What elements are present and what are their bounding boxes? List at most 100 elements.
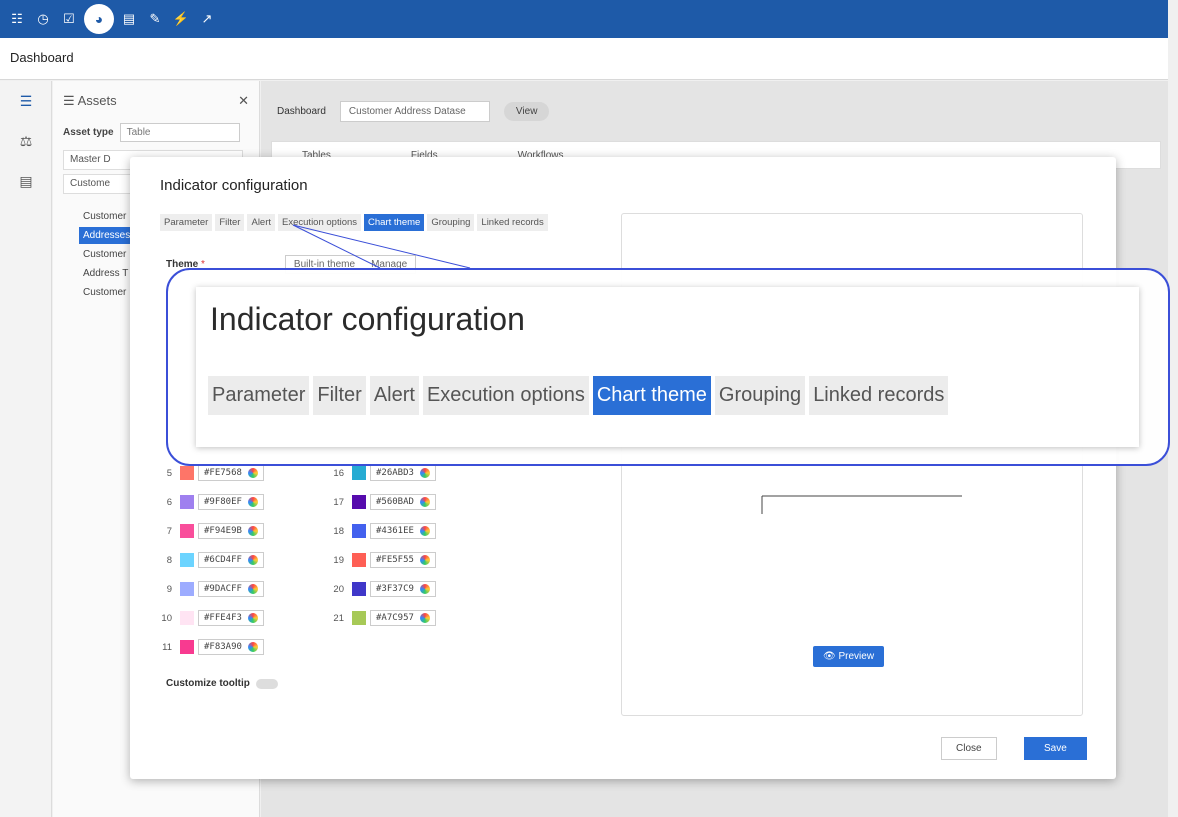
close-button[interactable]: Close <box>941 737 997 760</box>
color-swatch-row: 19 #FE5F55 <box>330 552 436 568</box>
color-wheel-icon[interactable] <box>247 584 258 594</box>
color-preview[interactable] <box>180 524 194 538</box>
modal-tabs: Parameter Filter Alert Execution options… <box>160 214 548 231</box>
zoom-tab-filter[interactable]: Filter <box>313 376 366 415</box>
zoom-callout-content: Indicator configuration Parameter Filter… <box>196 287 1139 447</box>
color-hex-value: #26ABD3 <box>376 468 414 478</box>
assets-title: Assets <box>77 93 117 108</box>
balance-icon[interactable]: ⚖ <box>0 121 52 161</box>
color-preview[interactable] <box>180 466 194 480</box>
checklist-icon[interactable]: ☑ <box>58 8 80 30</box>
color-hex-field[interactable]: #6CD4FF <box>198 552 264 568</box>
color-preview[interactable] <box>352 611 366 625</box>
dataset-select[interactable]: Customer Address Datase <box>339 101 490 122</box>
color-wheel-icon[interactable] <box>247 642 258 652</box>
color-hex-field[interactable]: #9F80EF <box>198 494 264 510</box>
color-preview[interactable] <box>352 553 366 567</box>
color-hex-value: #9F80EF <box>204 497 242 507</box>
color-preview[interactable] <box>352 524 366 538</box>
color-preview[interactable] <box>180 640 194 654</box>
customize-tooltip-row: Customize tooltip <box>166 678 278 689</box>
zoom-tab-parameter[interactable]: Parameter <box>208 376 310 415</box>
color-wheel-icon[interactable] <box>247 555 258 565</box>
tab-filter[interactable]: Filter <box>215 214 245 231</box>
color-wheel-icon[interactable] <box>247 613 258 623</box>
color-wheel-icon[interactable] <box>247 526 258 536</box>
color-hex-field[interactable]: #FE5F55 <box>370 552 436 568</box>
color-wheel-icon[interactable] <box>419 555 430 565</box>
color-wheel-icon[interactable] <box>419 584 430 594</box>
zoom-tab-execution-options[interactable]: Execution options <box>422 376 589 415</box>
color-swatch-row: 7 #F94E9B <box>158 523 264 539</box>
color-wheel-icon[interactable] <box>419 526 430 536</box>
tab-execution-options[interactable]: Execution options <box>278 214 362 231</box>
tab-chart-theme[interactable]: Chart theme <box>364 214 425 231</box>
color-swatch-row: 18 #4361EE <box>330 523 436 539</box>
plug-icon[interactable]: ⚡ <box>170 8 192 30</box>
color-hex-field[interactable]: #560BAD <box>370 494 436 510</box>
color-wheel-icon[interactable] <box>419 468 430 478</box>
color-hex-field[interactable]: #F83A90 <box>198 639 264 655</box>
tree-list-icon[interactable]: ☰ <box>0 81 52 121</box>
save-button[interactable]: Save <box>1024 737 1087 760</box>
color-index: 21 <box>333 612 344 624</box>
color-wheel-icon[interactable] <box>419 497 430 507</box>
edit-check-icon[interactable]: ✎ <box>144 8 166 30</box>
color-preview[interactable] <box>352 582 366 596</box>
color-preview[interactable] <box>180 611 194 625</box>
asset-type-select[interactable]: Table <box>119 123 240 142</box>
breadcrumb: Dashboard Customer Address Datase View <box>277 101 550 122</box>
database-icon[interactable]: ☷ <box>6 8 28 30</box>
close-icon[interactable]: ✕ <box>238 93 249 109</box>
color-preview[interactable] <box>352 495 366 509</box>
color-hex-value: #FE5F55 <box>376 555 414 565</box>
color-preview[interactable] <box>180 582 194 596</box>
zoom-tab-chart-theme[interactable]: Chart theme <box>592 376 711 415</box>
tab-linked-records[interactable]: Linked records <box>477 214 548 231</box>
color-hex-value: #A7C957 <box>376 613 414 623</box>
color-wheel-icon[interactable] <box>419 613 430 623</box>
color-index: 19 <box>333 554 344 566</box>
indicator-configuration-modal: Indicator configuration Parameter Filter… <box>130 157 1116 779</box>
color-index: 5 <box>166 467 172 479</box>
chart-icon[interactable]: ▤ <box>0 161 52 201</box>
zoom-tab-alert[interactable]: Alert <box>369 376 419 415</box>
color-index: 10 <box>161 612 172 624</box>
color-index: 7 <box>166 525 172 537</box>
color-preview[interactable] <box>180 495 194 509</box>
color-index: 18 <box>333 525 344 537</box>
color-hex-field[interactable]: #A7C957 <box>370 610 436 626</box>
color-wheel-icon[interactable] <box>247 468 258 478</box>
document-icon[interactable]: ▤ <box>118 8 140 30</box>
color-hex-value: #4361EE <box>376 526 414 536</box>
color-hex-field[interactable]: #FE7568 <box>198 465 264 481</box>
left-rail: ☰ ⚖ ▤ <box>0 81 52 817</box>
color-hex-field[interactable]: #FFE4F3 <box>198 610 264 626</box>
tab-grouping[interactable]: Grouping <box>427 214 475 231</box>
view-button[interactable]: View <box>503 102 550 121</box>
customize-tooltip-toggle[interactable] <box>255 678 278 689</box>
color-hex-field[interactable]: #F94E9B <box>198 523 264 539</box>
dashboard-gauge-icon[interactable]: ◕ <box>84 4 114 34</box>
color-preview[interactable] <box>352 466 366 480</box>
clock-icon[interactable]: ◷ <box>32 8 54 30</box>
modal-title: Indicator configuration <box>160 177 308 194</box>
preview-button[interactable]: 👁 Preview <box>813 646 885 667</box>
color-hex-field[interactable]: #3F37C9 <box>370 581 436 597</box>
zoom-tab-grouping[interactable]: Grouping <box>714 376 806 415</box>
zoom-tab-linked-records[interactable]: Linked records <box>809 376 949 415</box>
preview-button-label: Preview <box>838 651 875 662</box>
color-hex-field[interactable]: #9DACFF <box>198 581 264 597</box>
tree-list-icon: ☰ <box>63 93 75 108</box>
color-hex-field[interactable]: #4361EE <box>370 523 436 539</box>
color-swatch-row: 20 #3F37C9 <box>330 581 436 597</box>
color-index: 9 <box>166 583 172 595</box>
wrench-icon[interactable]: ↗ <box>196 8 218 30</box>
color-hex-field[interactable]: #26ABD3 <box>370 465 436 481</box>
tab-parameter[interactable]: Parameter <box>160 214 213 231</box>
color-wheel-icon[interactable] <box>247 497 258 507</box>
color-hex-value: #FE7568 <box>204 468 242 478</box>
tab-alert[interactable]: Alert <box>247 214 276 231</box>
color-preview[interactable] <box>180 553 194 567</box>
customize-tooltip-label: Customize tooltip <box>166 678 250 689</box>
